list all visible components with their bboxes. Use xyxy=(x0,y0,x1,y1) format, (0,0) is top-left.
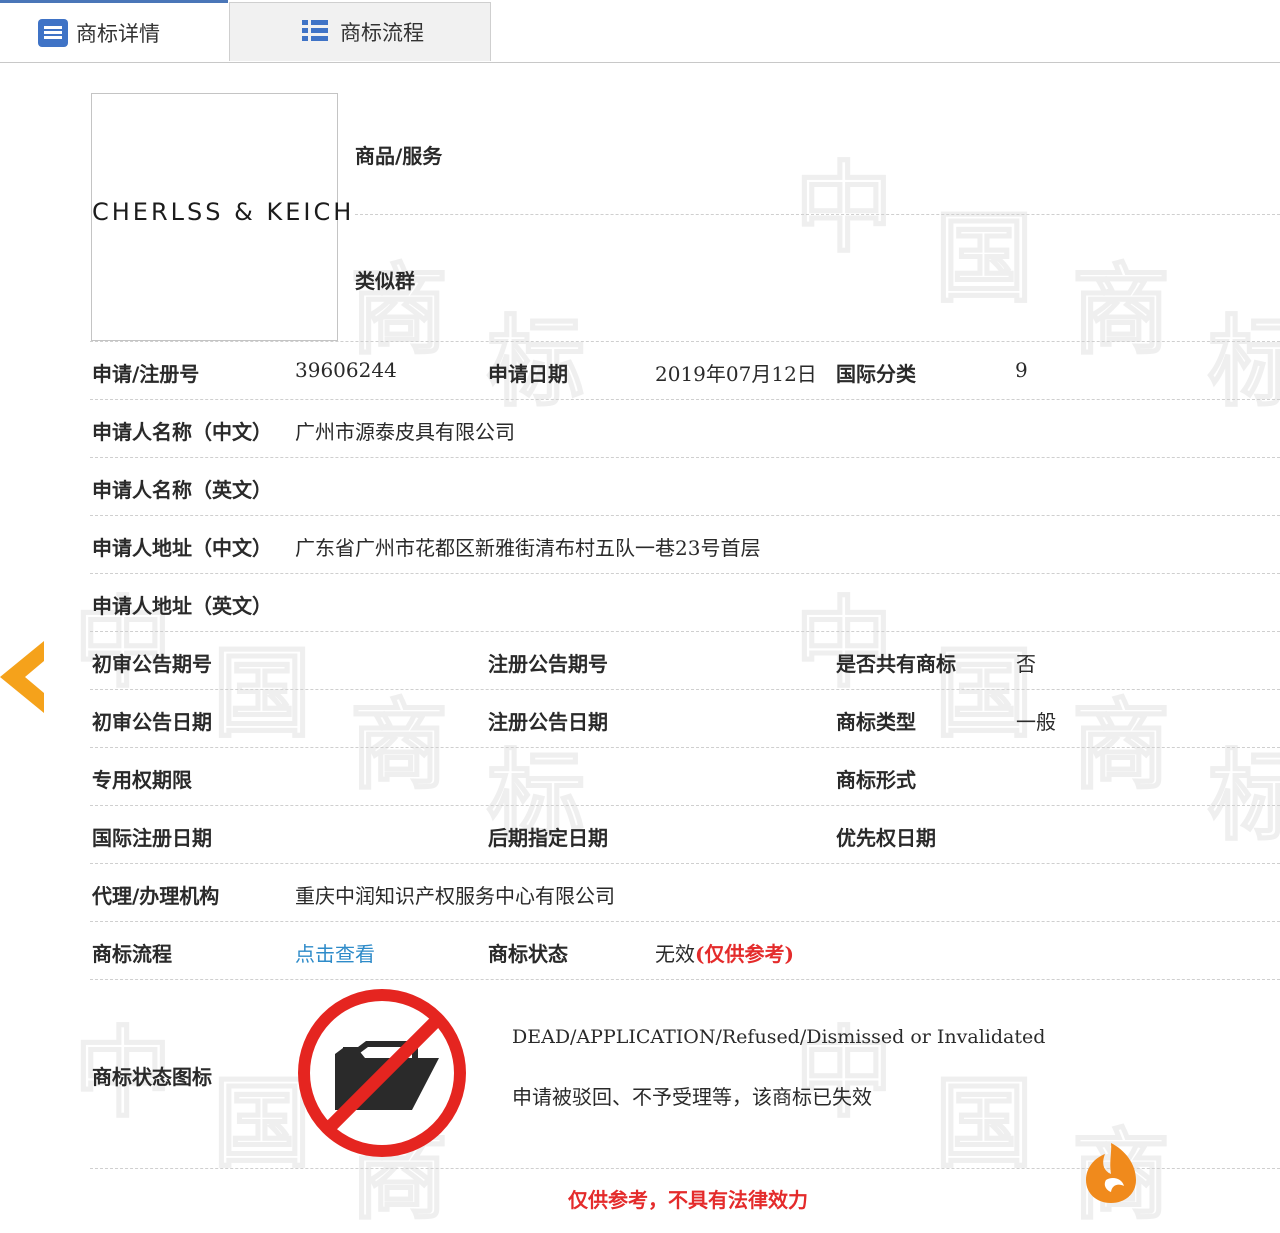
address-en-label: 申请人地址（英文） xyxy=(92,594,272,618)
applicant-en-label: 申请人名称（英文） xyxy=(92,478,272,502)
applicant-cn-value: 广州市源泰皮具有限公司 xyxy=(295,420,515,444)
watermark-char: 商 xyxy=(1071,254,1171,368)
process-label: 商标流程 xyxy=(92,942,172,966)
prohibited-folder-icon xyxy=(298,989,466,1157)
shared-value: 否 xyxy=(1016,652,1036,676)
watermark-char: 中 xyxy=(794,152,894,266)
tab-label: 商标详情 xyxy=(76,21,160,46)
divider xyxy=(90,921,1280,922)
divider xyxy=(90,747,1280,748)
reg-no-label: 申请/注册号 xyxy=(92,362,200,386)
similar-group-label: 类似群 xyxy=(355,269,415,293)
priority-date-label: 优先权日期 xyxy=(836,826,936,850)
divider xyxy=(90,399,1280,400)
address-cn-label: 申请人地址（中文） xyxy=(92,536,272,560)
reg-date-label: 注册公告日期 xyxy=(488,710,608,734)
agency-value: 重庆中润知识产权服务中心有限公司 xyxy=(295,884,615,908)
watermark-char: 国 xyxy=(934,1067,1034,1181)
intl-class-value: 9 xyxy=(1015,358,1028,382)
status-label: 商标状态 xyxy=(488,942,568,966)
goods-services-label: 商品/服务 xyxy=(355,144,443,168)
exclusive-period-label: 专用权期限 xyxy=(92,768,192,792)
apply-date-value: 2019年07月12日 xyxy=(655,362,817,386)
reg-issue-label: 注册公告期号 xyxy=(488,652,608,676)
divider xyxy=(90,805,1280,806)
divider xyxy=(90,863,1280,864)
divider xyxy=(90,457,1280,458)
tab-bar: 商标详情 商标流程 xyxy=(0,0,1280,63)
fox-logo-icon xyxy=(1086,1143,1136,1203)
status-note: (仅供参考) xyxy=(695,942,794,966)
watermark-char: 中 xyxy=(794,587,894,701)
list-icon xyxy=(302,18,332,46)
reg-no-value: 39606244 xyxy=(295,358,397,382)
status-english: DEAD/APPLICATION/Refused/Dismissed or In… xyxy=(512,1026,1046,1048)
tab-label: 商标流程 xyxy=(340,21,424,45)
intl-reg-date-label: 国际注册日期 xyxy=(92,826,212,850)
watermark-char: 标 xyxy=(1207,306,1280,420)
divider xyxy=(355,214,1280,215)
status-value: 无效(仅供参考) xyxy=(655,938,794,967)
address-cn-value: 广东省广州市花都区新雅街清布村五队一巷23号首层 xyxy=(295,536,761,560)
shared-label: 是否共有商标 xyxy=(836,652,956,676)
agency-label: 代理/办理机构 xyxy=(92,884,220,908)
tm-type-value: 一般 xyxy=(1016,710,1056,734)
status-text: 无效 xyxy=(655,942,695,966)
divider xyxy=(90,631,1280,632)
applicant-cn-label: 申请人名称（中文） xyxy=(92,420,272,444)
divider xyxy=(90,979,1280,980)
status-chinese: 申请被驳回、不予受理等，该商标已失效 xyxy=(512,1085,872,1109)
tab-trademark-flow[interactable]: 商标流程 xyxy=(229,2,491,61)
divider xyxy=(90,341,1280,342)
status-icon-label: 商标状态图标 xyxy=(92,1065,212,1089)
trademark-logo-text: CHERLSS & KEICH xyxy=(92,198,355,226)
document-icon xyxy=(38,18,68,47)
apply-date-label: 申请日期 xyxy=(488,362,568,386)
watermark-char: 商 xyxy=(349,689,449,803)
divider xyxy=(90,689,1280,690)
watermark-char: 国 xyxy=(212,637,312,751)
prelim-issue-label: 初审公告期号 xyxy=(92,652,212,676)
later-designation-label: 后期指定日期 xyxy=(488,826,608,850)
watermark-char: 标 xyxy=(1207,740,1280,854)
disclaimer-note: 仅供参考，不具有法律效力 xyxy=(568,1188,808,1212)
tm-type-label: 商标类型 xyxy=(836,710,916,734)
prelim-date-label: 初审公告日期 xyxy=(92,710,212,734)
back-arrow-icon[interactable] xyxy=(0,641,44,713)
tm-form-label: 商标形式 xyxy=(836,768,916,792)
watermark-char: 国 xyxy=(934,202,1034,316)
divider xyxy=(90,515,1280,516)
divider xyxy=(90,573,1280,574)
intl-class-label: 国际分类 xyxy=(836,362,916,386)
view-process-link[interactable]: 点击查看 xyxy=(295,938,375,967)
watermark-char: 商 xyxy=(1071,689,1171,803)
tab-trademark-detail[interactable]: 商标详情 xyxy=(0,0,228,62)
